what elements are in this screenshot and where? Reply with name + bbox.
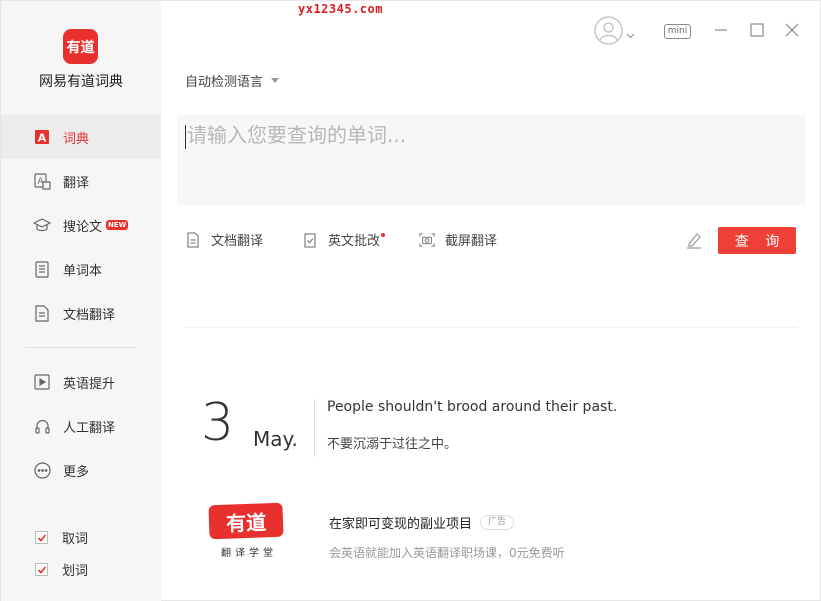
- watermark: yx12345.com: [298, 2, 383, 16]
- language-select-value: 自动检测语言: [185, 75, 264, 90]
- user-avatar[interactable]: [594, 16, 623, 45]
- sidebar-item-doc-translate[interactable]: 文档翻译: [1, 291, 161, 335]
- maximize-icon: [750, 23, 764, 37]
- sidebar-item-english-improve[interactable]: 英语提升: [1, 360, 161, 404]
- ad-description[interactable]: 会英语就能加入英语翻译职场课，0元免费听: [329, 544, 565, 561]
- ad-image[interactable]: 有道 翻译学堂: [193, 496, 298, 564]
- check-capture-word[interactable]: 取词: [35, 528, 88, 547]
- close-icon: [785, 23, 799, 37]
- minimize-icon: [715, 29, 727, 31]
- content-divider: [185, 327, 797, 328]
- sidebar-item-wordbook[interactable]: 单词本: [1, 247, 161, 291]
- ad-title-text: 在家即可变现的副业项目: [329, 517, 473, 532]
- close-button[interactable]: [784, 22, 800, 38]
- mini-mode-button[interactable]: mini: [664, 24, 691, 39]
- svg-text:A: A: [38, 132, 47, 145]
- app-logo: 有道: [63, 29, 98, 64]
- document-icon: [33, 304, 51, 322]
- dictionary-icon: A: [33, 128, 51, 146]
- more-icon: [33, 461, 51, 479]
- check-select-word[interactable]: 划词: [35, 560, 88, 579]
- daily-sentence-zh: 不要沉溺于过往之中。: [327, 437, 458, 452]
- sidebar-item-label: 搜论文: [63, 219, 103, 235]
- check-label: 取词: [62, 532, 89, 547]
- headset-icon: [33, 417, 51, 435]
- tool-screenshot-translate[interactable]: 截屏翻译: [419, 230, 497, 249]
- sidebar-item-translate[interactable]: A 翻译: [1, 159, 161, 203]
- checkbox[interactable]: [35, 563, 48, 576]
- caret-down-icon: [271, 78, 280, 83]
- handwriting-icon[interactable]: [685, 231, 703, 249]
- query-button[interactable]: 查 询: [718, 227, 796, 254]
- check-label: 划词: [62, 564, 89, 579]
- translate-icon: A: [33, 172, 51, 190]
- sidebar-item-label: 人工翻译: [63, 420, 116, 436]
- tool-essay-correction[interactable]: 英文批改: [302, 230, 386, 249]
- tool-doc-translate[interactable]: 文档翻译: [185, 230, 263, 249]
- daily-divider: [314, 399, 315, 457]
- language-select[interactable]: 自动检测语言: [185, 71, 280, 90]
- maximize-button[interactable]: [749, 22, 765, 38]
- graduation-cap-icon: [33, 216, 51, 234]
- sidebar-item-papers[interactable]: 搜论文 NEW: [1, 203, 161, 247]
- sidebar-item-human-translate[interactable]: 人工翻译: [1, 404, 161, 448]
- notification-dot: [381, 232, 386, 237]
- app-name: 网易有道词典: [39, 74, 123, 90]
- avatar-icon: [594, 16, 623, 45]
- correction-icon: [304, 232, 316, 248]
- sidebar-item-label: 翻译: [63, 175, 90, 191]
- ad-tag: 广告: [480, 515, 515, 530]
- check-icon: [37, 533, 46, 542]
- daily-month: May.: [253, 427, 298, 451]
- tool-label: 截屏翻译: [445, 234, 498, 249]
- search-input[interactable]: [187, 123, 787, 147]
- checkbox[interactable]: [35, 531, 48, 544]
- minimize-button[interactable]: [713, 22, 729, 38]
- sidebar-item-dictionary[interactable]: A 词典: [1, 115, 161, 159]
- check-icon: [37, 565, 46, 574]
- wordbook-icon: [33, 260, 51, 278]
- ad-title[interactable]: 在家即可变现的副业项目 广告: [329, 513, 515, 532]
- sidebar: 有道 网易有道词典 A 词典 A 翻译 搜论文 NEW 单词本 文档翻译 英语提…: [1, 1, 161, 601]
- search-box[interactable]: [177, 115, 806, 205]
- sidebar-item-label: 单词本: [63, 263, 103, 279]
- sidebar-item-label: 更多: [63, 464, 90, 480]
- sidebar-item-label: 词典: [63, 131, 90, 147]
- new-badge: NEW: [106, 220, 129, 230]
- document-icon: [187, 231, 199, 248]
- tool-label: 英文批改: [328, 234, 381, 249]
- daily-day: 3: [201, 393, 235, 453]
- video-icon: [33, 373, 51, 391]
- sidebar-item-label: 英语提升: [63, 376, 116, 392]
- sidebar-item-label: 文档翻译: [63, 307, 116, 323]
- screenshot-icon: [419, 232, 435, 247]
- daily-sentence-en[interactable]: People shouldn't brood around their past…: [327, 399, 617, 415]
- sidebar-item-more[interactable]: 更多: [1, 448, 161, 492]
- ad-logo: 有道: [208, 502, 284, 540]
- chevron-down-icon[interactable]: [626, 24, 635, 43]
- tool-label: 文档翻译: [211, 234, 264, 249]
- sidebar-divider: [25, 347, 137, 348]
- ad-logo-sub: 翻译学堂: [221, 548, 277, 559]
- text-caret: [185, 125, 186, 149]
- app-window: yx12345.com 有道 网易有道词典 A 词典 A 翻译 搜论文 NEW: [0, 0, 821, 601]
